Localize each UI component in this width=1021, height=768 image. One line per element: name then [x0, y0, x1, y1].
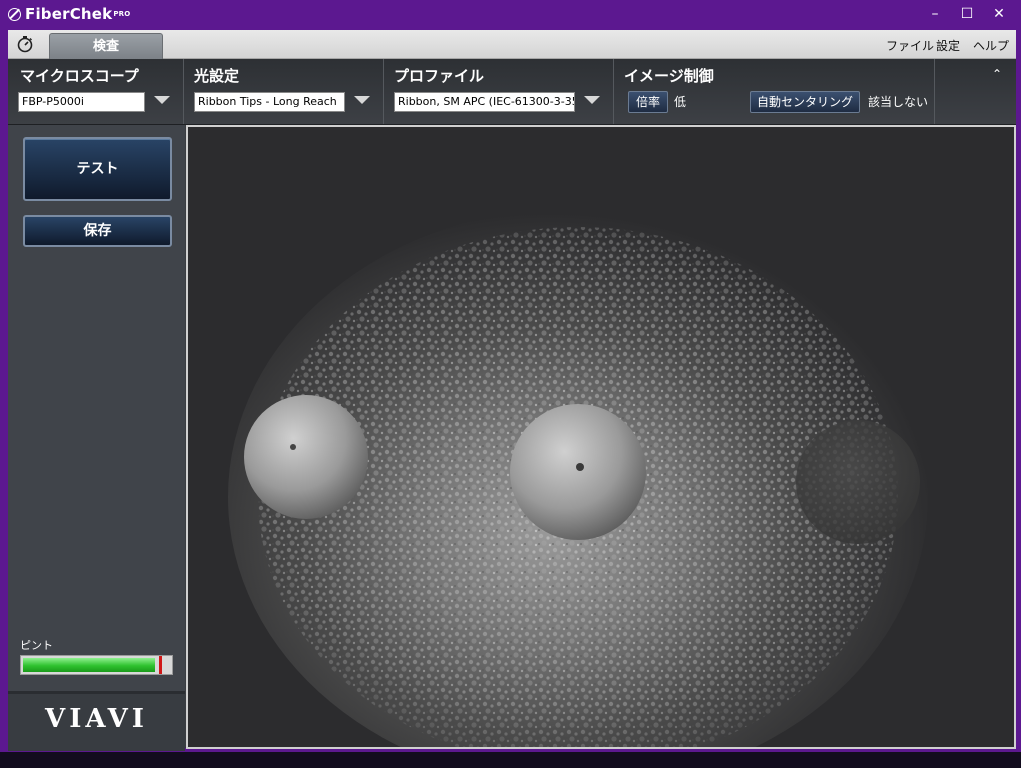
light-section: 光設定 Ribbon Tips - Long Reach [184, 59, 384, 124]
stopwatch-icon[interactable] [16, 35, 34, 53]
app-title: FiberChek PRO [8, 5, 130, 23]
menu-settings[interactable]: 設定 [936, 37, 960, 54]
desktop-strip [0, 752, 1021, 768]
fiberchek-logo-icon [8, 7, 21, 21]
focus-meter-fill [23, 658, 155, 672]
close-button[interactable]: ✕ [984, 3, 1014, 25]
test-button[interactable]: テスト [23, 137, 172, 201]
tab-inspect[interactable]: 検査 [49, 33, 163, 59]
microscope-title: マイクロスコープ [20, 67, 139, 85]
fiber-endface-image [188, 127, 1014, 747]
profile-select[interactable]: Ribbon, SM APC (IEC-61300-3-35 [394, 92, 575, 112]
magnification-value: 低 [674, 95, 687, 109]
menu-file[interactable]: ファイル [886, 37, 934, 54]
menu-help[interactable]: ヘルプ [973, 37, 1009, 54]
toolbar: マイクロスコープ FBP-P5000i 光設定 Ribbon Tips - Lo… [8, 59, 1016, 125]
title-bar[interactable]: FiberChek PRO – ☐ ✕ [0, 0, 1021, 30]
profile-section: プロファイル Ribbon, SM APC (IEC-61300-3-35 [384, 59, 614, 124]
autocenter-value: 該当しない [868, 95, 929, 109]
fiber-core-center [510, 404, 646, 540]
app-title-text: FiberChek [25, 5, 113, 23]
client-area: 検査 ファイル 設定 ヘルプ マイクロスコープ FBP-P5000i 光設定 R… [8, 30, 1016, 751]
focus-meter-marker [159, 656, 162, 674]
save-button[interactable]: 保存 [23, 215, 172, 247]
menu-bar: 検査 ファイル 設定 ヘルプ [8, 30, 1016, 59]
image-control-title: イメージ制御 [624, 67, 714, 85]
autocenter-button[interactable]: 自動センタリング [750, 91, 860, 113]
app-title-sup: PRO [113, 10, 131, 18]
viavi-logo: VIAVI [45, 704, 148, 734]
left-panel: テスト 保存 ピント VIAVI [8, 125, 185, 751]
maximize-button[interactable]: ☐ [952, 3, 982, 25]
collapse-toolbar-icon[interactable]: ⌃ [992, 67, 1002, 81]
light-title: 光設定 [194, 67, 240, 85]
light-select[interactable]: Ribbon Tips - Long Reach [194, 92, 345, 112]
focus-label: ピント [20, 639, 53, 652]
minimize-button[interactable]: – [920, 3, 950, 25]
app-window: FiberChek PRO – ☐ ✕ 検査 ファイル 設定 ヘルプ マイクロスコ… [0, 0, 1021, 752]
fiber-core-right [796, 420, 920, 544]
microscope-section: マイクロスコープ FBP-P5000i [8, 59, 184, 124]
focus-meter [20, 655, 173, 675]
profile-title: プロファイル [394, 67, 485, 85]
fiber-image-view[interactable] [186, 125, 1016, 749]
chevron-down-icon[interactable] [354, 96, 370, 104]
chevron-down-icon[interactable] [154, 96, 170, 104]
magnification-button[interactable]: 倍率 [628, 91, 668, 113]
logo-area: VIAVI [8, 691, 185, 751]
image-control-section: イメージ制御 倍率 低 自動センタリング 該当しない [614, 59, 935, 124]
microscope-select[interactable]: FBP-P5000i [18, 92, 145, 112]
chevron-down-icon[interactable] [584, 96, 600, 104]
fiber-core-left [244, 395, 368, 519]
